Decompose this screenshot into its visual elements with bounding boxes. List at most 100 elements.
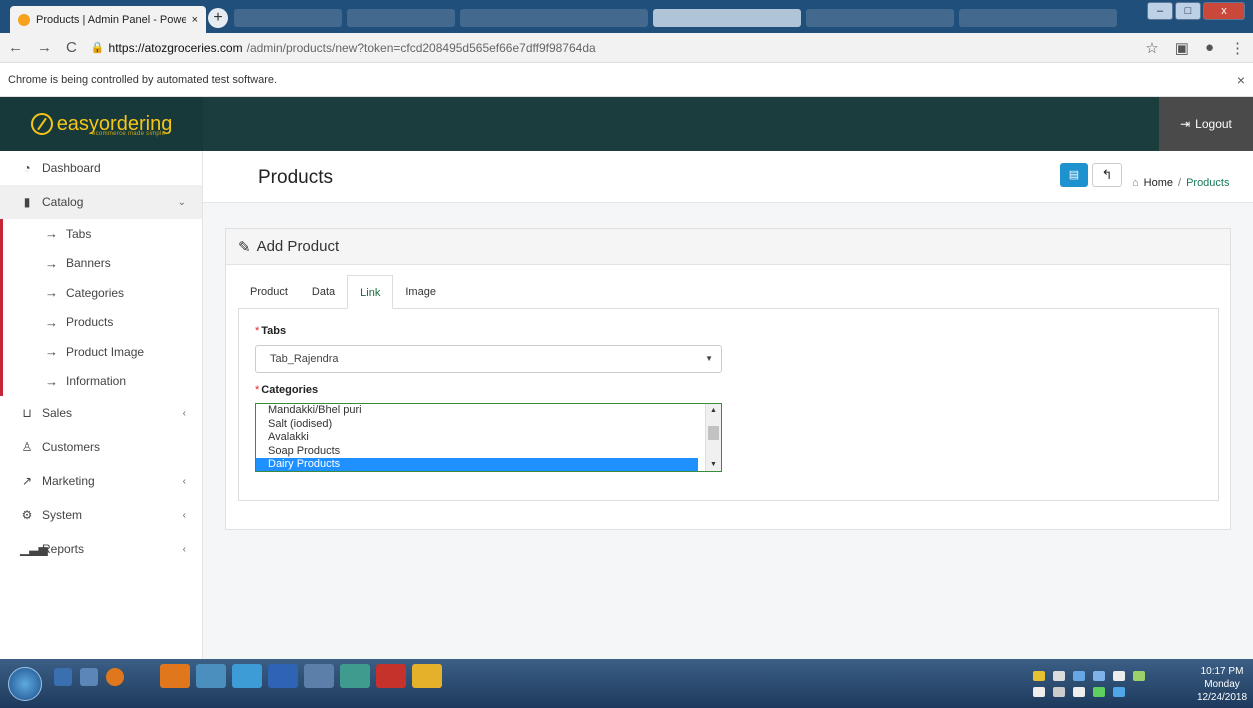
category-option[interactable]: Soap Products (256, 445, 698, 459)
sidebar-item-customers[interactable]: ♙ Customers (0, 430, 202, 464)
firefox-taskbar-button[interactable] (160, 664, 190, 688)
sidebar-item-sales[interactable]: ⊔ Sales ‹ (0, 396, 202, 430)
tray-icon[interactable] (1113, 687, 1125, 697)
browser-tab-background[interactable] (806, 9, 954, 27)
user-icon: ♙ (21, 440, 33, 454)
maximize-button[interactable]: □ (1175, 2, 1201, 20)
taskbar-clock[interactable]: 10:17 PM Monday 12/24/2018 (1197, 665, 1247, 704)
chevron-left-icon: ‹ (182, 509, 186, 521)
scroll-up-icon[interactable]: ▲ (706, 404, 721, 417)
logout-button[interactable]: ⇥ Logout (1159, 97, 1253, 151)
volume-icon[interactable] (1033, 687, 1045, 697)
back-arrow-icon[interactable]: ← (8, 39, 23, 56)
scrollbar-thumb[interactable] (708, 426, 719, 440)
infobar-text: Chrome is being controlled by automated … (8, 73, 278, 86)
page-header: Products ▤ ↰ ⌂ Home / Products (203, 151, 1253, 203)
profile-icon[interactable]: ● (1205, 39, 1214, 57)
word-icon[interactable] (268, 664, 298, 688)
taskbar-app-icon[interactable] (340, 664, 370, 688)
tray-icon[interactable] (1033, 671, 1045, 681)
sidebar-item-catalog[interactable]: ▮ Catalog ⌄ (0, 185, 202, 219)
ie-icon[interactable] (232, 664, 262, 688)
reply-icon: ↰ (1101, 167, 1113, 182)
tab-image[interactable]: Image (393, 275, 448, 309)
sidebar-subitem-product-image[interactable]: → Product Image (3, 337, 202, 367)
tray-icon[interactable] (1073, 671, 1085, 681)
browser-tab-background[interactable] (653, 9, 801, 27)
taskbar-app-icon[interactable] (196, 664, 226, 688)
browser-tab-background[interactable] (347, 9, 455, 27)
add-product-panel: ✎ Add Product Product Data Link Image * T… (225, 228, 1231, 530)
tabs-select[interactable]: Tab_Rajendra ▼ (255, 345, 722, 373)
category-option-selected[interactable]: Dairy Products (256, 458, 698, 471)
categories-listbox[interactable]: Mandakki/Bhel puri Salt (iodised) Avalak… (255, 403, 722, 472)
lock-icon: 🔒 (90, 42, 105, 54)
sidebar-subitem-label: Categories (66, 285, 125, 300)
sidebar-subitem-banners[interactable]: → Banners (3, 249, 202, 279)
minimize-button[interactable]: – (1147, 2, 1173, 20)
reload-icon[interactable]: C (66, 39, 77, 56)
lock-tray-icon[interactable] (1053, 671, 1065, 681)
automation-infobar: Chrome is being controlled by automated … (0, 63, 1253, 97)
tab-product[interactable]: Product (238, 275, 300, 309)
tray-icon[interactable] (1113, 671, 1125, 681)
tab-close-icon[interactable]: × (192, 14, 198, 26)
new-tab-button[interactable]: + (208, 8, 228, 28)
browser-tab-bar: Products | Admin Panel - Powere × + – □ … (0, 0, 1253, 33)
chrome-icon[interactable] (412, 664, 442, 688)
sidebar-subitem-information[interactable]: → Information (3, 367, 202, 397)
window-close-button[interactable]: x (1203, 2, 1245, 20)
save-button[interactable]: ▤ (1060, 163, 1088, 187)
sidebar-item-reports[interactable]: ▁▃▅ Reports ‹ (0, 532, 202, 566)
breadcrumb-separator: / (1178, 177, 1182, 189)
sidebar-subitem-products[interactable]: → Products (3, 308, 202, 338)
firefox-icon[interactable] (106, 668, 124, 686)
sidebar-item-dashboard[interactable]: ◔ Dashboard (0, 151, 202, 185)
url-field[interactable]: 🔒 https://atozgroceries.com/admin/produc… (91, 41, 1131, 55)
product-tabs: Product Data Link Image (238, 275, 448, 309)
category-option[interactable]: Mandakki/Bhel puri (256, 404, 698, 418)
listbox-scrollbar[interactable]: ▲ ▼ (705, 404, 721, 471)
breadcrumb-current[interactable]: Products (1186, 177, 1229, 189)
taskbar-app-icon[interactable] (54, 668, 72, 686)
chevron-left-icon: ‹ (182, 407, 186, 419)
browser-tab-active[interactable]: Products | Admin Panel - Powere × (10, 6, 206, 33)
tray-icon[interactable] (1093, 671, 1105, 681)
forward-arrow-icon[interactable]: → (37, 39, 52, 56)
tray-icon[interactable] (1053, 687, 1065, 697)
signal-icon[interactable] (1073, 687, 1085, 697)
infobar-close-icon[interactable]: × (1237, 72, 1245, 88)
brand-tagline: ecommerce made simple (92, 131, 166, 137)
start-button[interactable] (8, 667, 42, 701)
sidebar-subitem-tabs[interactable]: → Tabs (3, 219, 202, 249)
taskbar-app-icon[interactable] (304, 664, 334, 688)
browser-tab-background[interactable] (234, 9, 342, 27)
url-host: https://atozgroceries.com (108, 40, 243, 55)
scroll-down-icon[interactable]: ▼ (706, 458, 721, 471)
menu-icon[interactable]: ⋮ (1230, 39, 1245, 57)
logout-label: Logout (1195, 117, 1232, 131)
pdf-icon[interactable] (376, 664, 406, 688)
tab-data[interactable]: Data (300, 275, 347, 309)
sidebar-item-system[interactable]: ⚙ System ‹ (0, 498, 202, 532)
brand-logo[interactable]: easyordering ecommerce made simple (0, 97, 203, 151)
breadcrumb-home[interactable]: Home (1144, 177, 1173, 189)
sidebar-item-marketing[interactable]: ↗ Marketing ‹ (0, 464, 202, 498)
browser-tab-background[interactable] (959, 9, 1117, 27)
browser-tab-background[interactable] (460, 9, 648, 27)
star-icon[interactable]: ☆ (1145, 39, 1158, 57)
tabs-label-text: Tabs (261, 325, 287, 337)
category-option[interactable]: Avalakki (256, 431, 698, 445)
extension-icon[interactable]: ▣ (1175, 39, 1189, 57)
clock-time: 10:17 PM (1200, 666, 1244, 677)
tab-link[interactable]: Link (347, 275, 394, 309)
sidebar-subitem-categories[interactable]: → Categories (3, 278, 202, 308)
taskbar-app-icon[interactable] (80, 668, 98, 686)
tray-icon[interactable] (1133, 671, 1145, 681)
sidebar: ◔ Dashboard ▮ Catalog ⌄ → Tabs → Banners →… (0, 151, 203, 659)
arrow-right-icon: → (45, 285, 58, 301)
tray-icon[interactable] (1093, 687, 1105, 697)
panel-heading: ✎ Add Product (226, 229, 1230, 265)
category-option[interactable]: Salt (iodised) (256, 418, 698, 432)
back-button[interactable]: ↰ (1092, 163, 1122, 187)
